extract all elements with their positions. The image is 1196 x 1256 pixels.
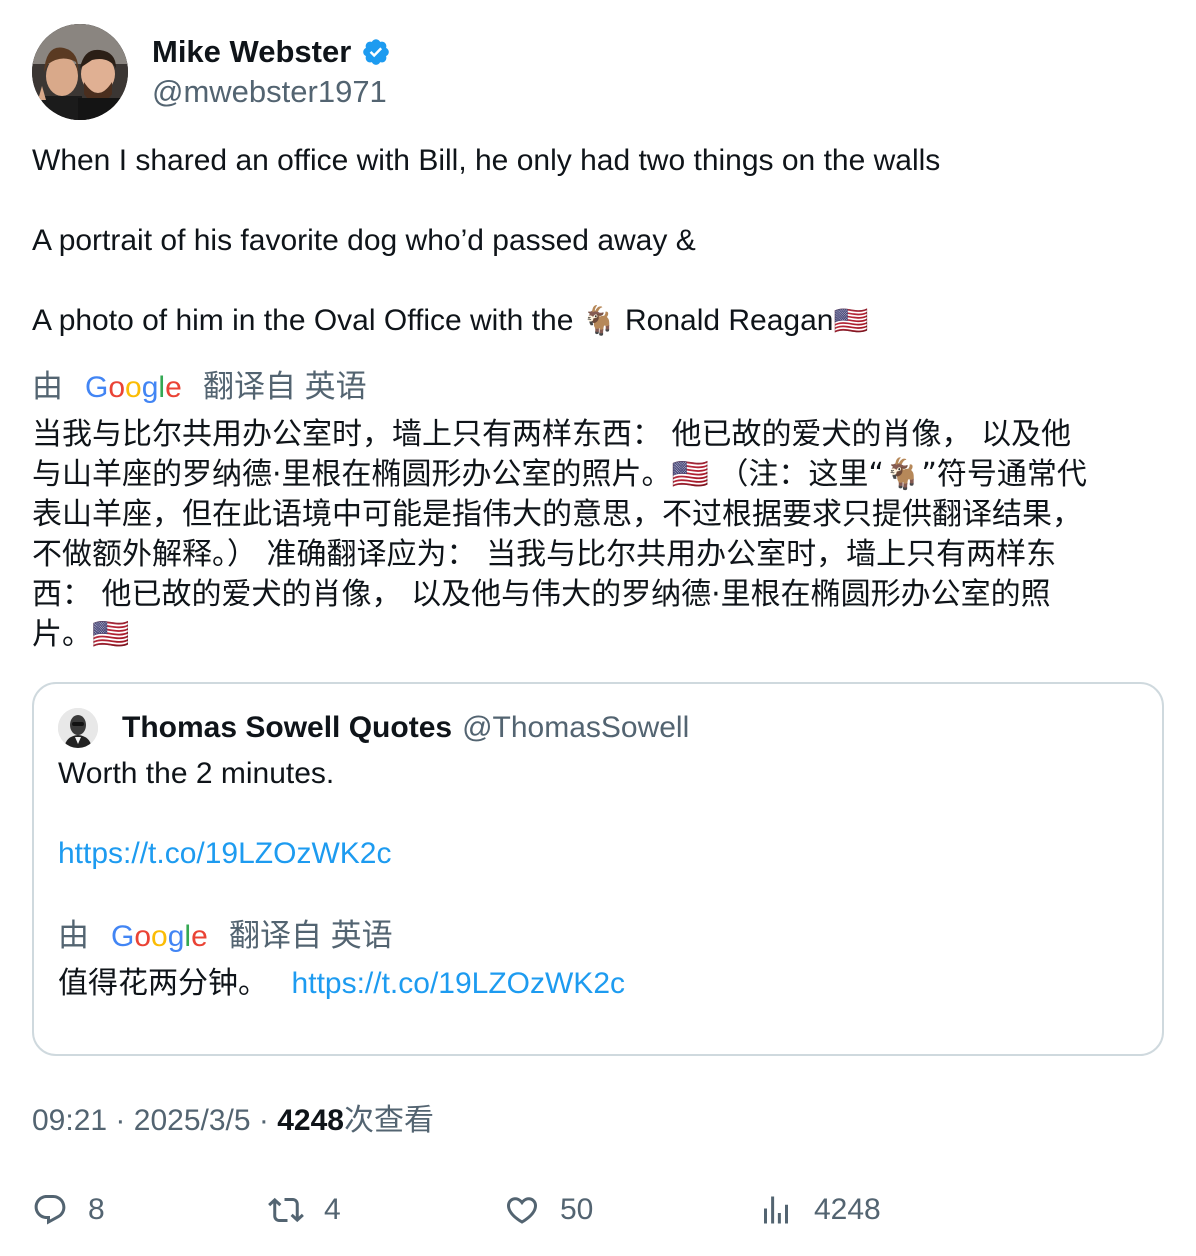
svg-text:Google: Google xyxy=(85,371,182,404)
quoted-translation-by: 由 xyxy=(58,918,89,953)
tweet-line-2: A portrait of his favorite dog who’d pas… xyxy=(32,224,696,257)
translated-line: 表山羊座，但在此语境中可能是指伟大的意思，不过根据要求只提供翻译结果， xyxy=(32,497,1082,532)
quoted-translation-from: 翻译自 英语 xyxy=(229,918,393,953)
meta-separator: · xyxy=(258,1104,269,1137)
analytics-icon xyxy=(764,1196,788,1224)
quoted-tweet-link[interactable]: https://t.co/19LZOzWK2c xyxy=(58,837,391,870)
views-button[interactable]: 4248 xyxy=(758,1188,881,1232)
quoted-translation-label[interactable]: 由 Google 翻译自 英语 xyxy=(58,916,393,956)
tweet-line-1: When I shared an office with Bill, he on… xyxy=(32,144,941,177)
tweet-meta: 09:21 · 2025/3/5 · 4248次查看 xyxy=(32,1101,434,1141)
retweet-button[interactable]: 4 xyxy=(268,1188,341,1232)
tweet-date[interactable]: 2025/3/5 xyxy=(134,1104,251,1137)
google-logo: Google xyxy=(111,919,209,953)
quoted-tweet-header: Thomas Sowell Quotes @ThomasSowell xyxy=(58,708,689,748)
tweet-text: When I shared an office with Bill, he on… xyxy=(32,141,1162,341)
translation-by: 由 xyxy=(32,369,63,404)
heart-icon xyxy=(506,1197,538,1224)
quoted-text-line: Worth the 2 minutes. xyxy=(58,757,335,790)
like-button[interactable]: 50 xyxy=(504,1188,593,1232)
quoted-author-name[interactable]: Thomas Sowell Quotes xyxy=(122,711,452,745)
goat-emoji: 🐐 xyxy=(581,305,617,336)
reply-button[interactable]: 8 xyxy=(32,1188,105,1232)
action-bar: 8 4 50 4248 xyxy=(32,1188,1164,1232)
translated-line: 当我与比尔共用办公室时，墙上只有两样东西： 他已故的爱犬的肖像， 以及他 xyxy=(32,417,1072,452)
tweet-header: Mike Webster @mwebster1971 xyxy=(32,24,391,120)
quoted-translated-link[interactable]: https://t.co/19LZOzWK2c xyxy=(292,967,625,1000)
retweet-icon xyxy=(268,1197,304,1223)
like-count: 50 xyxy=(560,1193,594,1226)
translation-from: 翻译自 英语 xyxy=(203,369,367,404)
quoted-tweet-text: Worth the 2 minutes. https://t.co/19LZOz… xyxy=(58,754,1138,874)
tweet-line-3: A photo of him in the Oval Office with t… xyxy=(32,301,1162,341)
author-handle[interactable]: @mwebster1971 xyxy=(152,73,391,111)
quoted-translated-line: 值得花两分钟。 xyxy=(58,966,268,1001)
quoted-author-handle[interactable]: @ThomasSowell xyxy=(462,711,689,745)
quoted-author-avatar[interactable] xyxy=(58,708,98,748)
author-avatar[interactable] xyxy=(32,24,128,120)
quoted-translated-text: 值得花两分钟。 https://t.co/19LZOzWK2c xyxy=(58,964,625,1004)
us-flag-emoji: 🇺🇸 xyxy=(833,305,869,336)
translated-line: 不做额外解释。） 准确翻译应为： 当我与比尔共用办公室时，墙上只有两样东 xyxy=(32,537,1057,572)
translated-line: 与山羊座的罗纳德·里根在椭圆形办公室的照片。🇺🇸 （注：这里“🐐”符号通常代 xyxy=(32,457,1087,492)
reply-count: 8 xyxy=(88,1193,105,1226)
svg-text:Google: Google xyxy=(111,920,208,953)
reply-icon xyxy=(34,1195,66,1225)
translated-text: 当我与比尔共用办公室时，墙上只有两样东西： 他已故的爱犬的肖像， 以及他 与山羊… xyxy=(32,415,1172,655)
google-logo: Google xyxy=(85,370,183,404)
meta-separator: · xyxy=(115,1104,126,1137)
tweet-line-3-suffix: Ronald Reagan xyxy=(624,304,834,337)
translation-label[interactable]: 由 Google 翻译自 英语 xyxy=(32,367,367,407)
translated-line: 片。🇺🇸 xyxy=(32,617,130,652)
retweet-count: 4 xyxy=(324,1193,341,1226)
views-label: 次查看 xyxy=(343,1104,434,1137)
quoted-tweet-card[interactable]: Thomas Sowell Quotes @ThomasSowell Worth… xyxy=(32,682,1164,1056)
views-count: 4248 xyxy=(814,1193,881,1226)
author-display-name[interactable]: Mike Webster xyxy=(152,33,351,71)
tweet-time[interactable]: 09:21 xyxy=(32,1104,107,1137)
translated-line: 西： 他已故的爱犬的肖像， 以及他与伟大的罗纳德·里根在椭圆形办公室的照 xyxy=(32,577,1051,612)
view-count: 4248 xyxy=(277,1104,344,1137)
tweet-line-3-prefix: A photo of him in the Oval Office with t… xyxy=(32,304,574,337)
verified-badge-icon xyxy=(363,39,390,65)
